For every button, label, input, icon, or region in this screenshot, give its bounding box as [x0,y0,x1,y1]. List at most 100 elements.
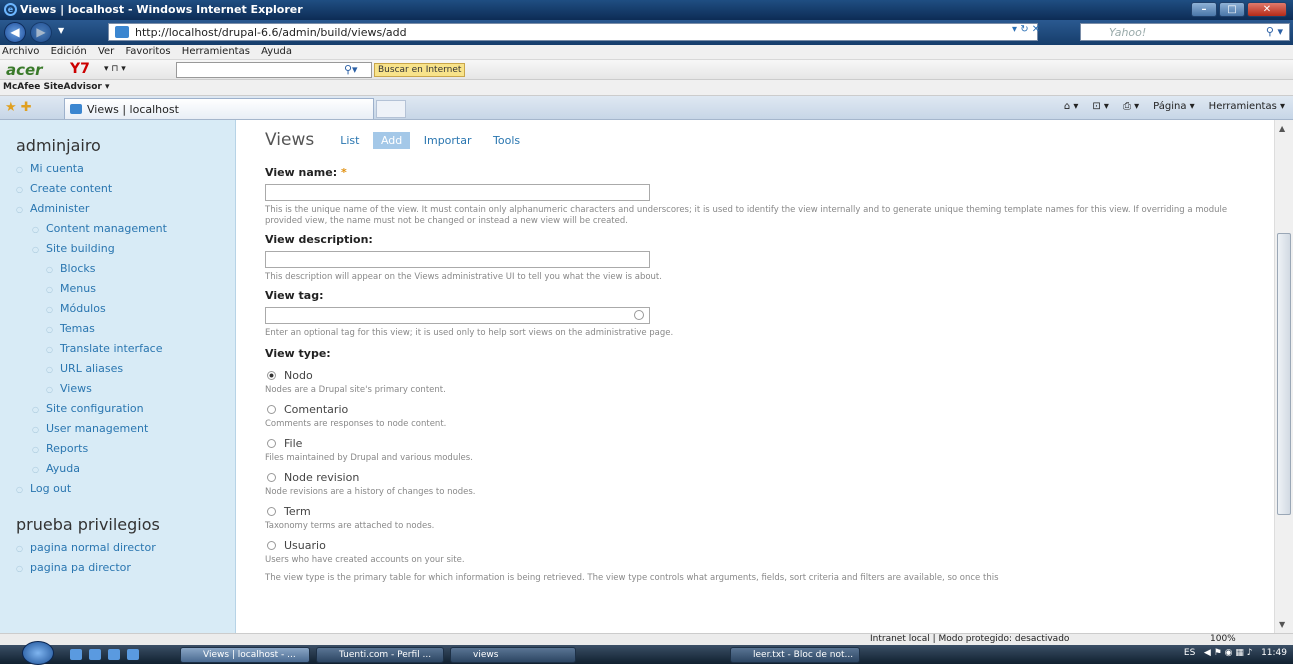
radio-button[interactable] [267,541,276,550]
sidebar-item[interactable]: ○ Site building [16,239,235,259]
view-type-description: Nodes are a Drupal site's primary conten… [265,385,446,395]
tab-add[interactable]: Add [372,131,411,149]
view-name-input[interactable] [265,184,650,201]
view-type-option[interactable]: Node revision [265,471,1274,487]
bullet-icon: ○ [32,405,39,414]
favorites-star-icon[interactable]: ★ ✚ [5,100,32,115]
radio-button[interactable] [267,405,276,414]
search-icon[interactable]: ⚲ ▾ [1266,25,1283,38]
acer-logo[interactable]: acer [6,61,43,79]
sidebar-item[interactable]: ○ Create content [16,179,235,199]
new-tab-button[interactable] [376,100,406,118]
print-icon[interactable]: ⎙ ▾ [1123,101,1139,112]
forward-button[interactable]: ▶ [30,22,52,43]
pagina-menu[interactable]: Página ▾ [1153,101,1195,112]
toolbar-dropdown-icon[interactable]: ▾ ⊓ ▾ [104,64,126,74]
sidebar-item[interactable]: ○ Temas [16,319,235,339]
search-field[interactable]: Yahoo! ⚲ ▾ [1080,23,1290,41]
menu-archivo[interactable]: Archivo [2,46,39,57]
tray-icons[interactable]: ◀ ⚑ ◉ ▦ ♪ [1204,648,1253,658]
refresh-icon[interactable]: ▾ ↻ ✕ [1012,24,1040,35]
sidebar-item[interactable]: ○ Log out [16,479,235,499]
scroll-down-icon[interactable]: ▼ [1279,620,1285,629]
sidebar-item[interactable]: ○ Reports [16,439,235,459]
sidebar-item-label: Ayuda [46,462,80,475]
sidebar-item[interactable]: ○ URL aliases [16,359,235,379]
privileges-item[interactable]: ○ pagina pa director [16,558,235,578]
home-icon[interactable]: ⌂ ▾ [1064,101,1079,112]
menu-ver[interactable]: Ver [98,46,114,57]
view-type-option[interactable]: File [265,437,1274,453]
taskbar-button-tuenti[interactable]: Tuenti.com - Perfil ... [316,647,444,663]
tab-tools[interactable]: Tools [493,134,520,147]
tab-views-localhost[interactable]: Views | localhost [64,98,374,119]
menu-favoritos[interactable]: Favoritos [125,46,170,57]
url-field[interactable]: http://localhost/drupal-6.6/admin/build/… [108,23,1038,41]
y7-logo[interactable]: Y7 [70,61,90,77]
taskbar-button-views[interactable]: Views | localhost - ... [180,647,310,663]
zoom-level[interactable]: 100% [1210,634,1236,644]
sidebar-item[interactable]: ○ Translate interface [16,339,235,359]
radio-button[interactable] [267,473,276,482]
view-type-option[interactable]: Nodo [265,369,1274,385]
sidebar-item-label: Temas [60,322,95,335]
menu-ayuda[interactable]: Ayuda [261,46,292,57]
minimize-button[interactable]: – [1191,2,1217,17]
sidebar-item[interactable]: ○ Ayuda [16,459,235,479]
pagina-label: Página [1153,101,1187,112]
sidebar-item[interactable]: ○ Content management [16,219,235,239]
sidebar-item[interactable]: ○ Módulos [16,299,235,319]
scrollbar-thumb[interactable] [1277,233,1291,515]
view-type-option[interactable]: Comentario [265,403,1274,419]
sidebar-item[interactable]: ○ User management [16,419,235,439]
radio-button[interactable] [267,507,276,516]
mcafee-button[interactable]: McAfee SiteAdvisor [3,82,102,92]
privileges-item[interactable]: ○ pagina normal director [16,538,235,558]
window-title: Views | localhost - Windows Internet Exp… [20,3,303,16]
close-button[interactable]: ✕ [1247,2,1287,17]
feeds-icon[interactable]: ⊡ ▾ [1092,101,1109,112]
sidebar-item[interactable]: ○ Menus [16,279,235,299]
bullet-icon: ○ [46,325,53,334]
scroll-up-icon[interactable]: ▲ [1279,124,1285,133]
language-indicator[interactable]: ES [1184,648,1195,658]
radio-button[interactable] [267,439,276,448]
vertical-scrollbar[interactable]: ▲ ▼ [1274,120,1293,633]
buscar-button[interactable]: Buscar en Internet [374,63,466,77]
view-tag-input[interactable] [265,307,650,324]
menu-herramientas[interactable]: Herramientas [182,46,250,57]
taskbar-button-notepad[interactable]: leer.txt - Bloc de not... [730,647,860,663]
menu-edicion[interactable]: Edición [51,46,87,57]
sidebar-item[interactable]: ○ Views [16,379,235,399]
view-tag-label: View tag: [265,289,324,302]
quick-launch-icon[interactable] [70,649,82,660]
tab-list[interactable]: List [340,134,359,147]
quick-launch-icon[interactable] [108,649,120,660]
view-type-description: Taxonomy terms are attached to nodes. [265,521,435,531]
view-type-option[interactable]: Term [265,505,1274,521]
view-description-input[interactable] [265,251,650,268]
maximize-button[interactable]: □ [1219,2,1245,17]
bullet-icon: ○ [46,265,53,274]
bullet-icon: ○ [46,365,53,374]
sidebar-item[interactable]: ○ Site configuration [16,399,235,419]
sidebar-item[interactable]: ○ Blocks [16,259,235,279]
security-zone[interactable]: Intranet local | Modo protegido: desacti… [870,634,1069,644]
view-type-option[interactable]: Usuario [265,539,1274,555]
quick-launch-icon[interactable] [89,649,101,660]
acer-search-icon[interactable]: ⚲▾ [344,63,358,76]
view-name-label-text: View name: [265,166,338,179]
acer-search-input[interactable] [176,62,372,78]
quick-launch-icon[interactable] [127,649,139,660]
history-dropdown-icon[interactable]: ▼ [58,26,64,35]
taskbar-button-views-folder[interactable]: views [450,647,576,663]
sidebar-item[interactable]: ○ Mi cuenta [16,159,235,179]
back-button[interactable]: ◀ [4,22,26,43]
start-button[interactable] [22,641,54,665]
tab-importar[interactable]: Importar [424,134,472,147]
sidebar: adminjairo ○ Mi cuenta ○ Create content ○ Adm… [0,120,236,633]
sidebar-item[interactable]: ○ Administer [16,199,235,219]
herramientas-menu[interactable]: Herramientas ▾ [1209,101,1285,112]
radio-button[interactable] [267,371,276,380]
clock[interactable]: 11:49 [1261,648,1287,658]
